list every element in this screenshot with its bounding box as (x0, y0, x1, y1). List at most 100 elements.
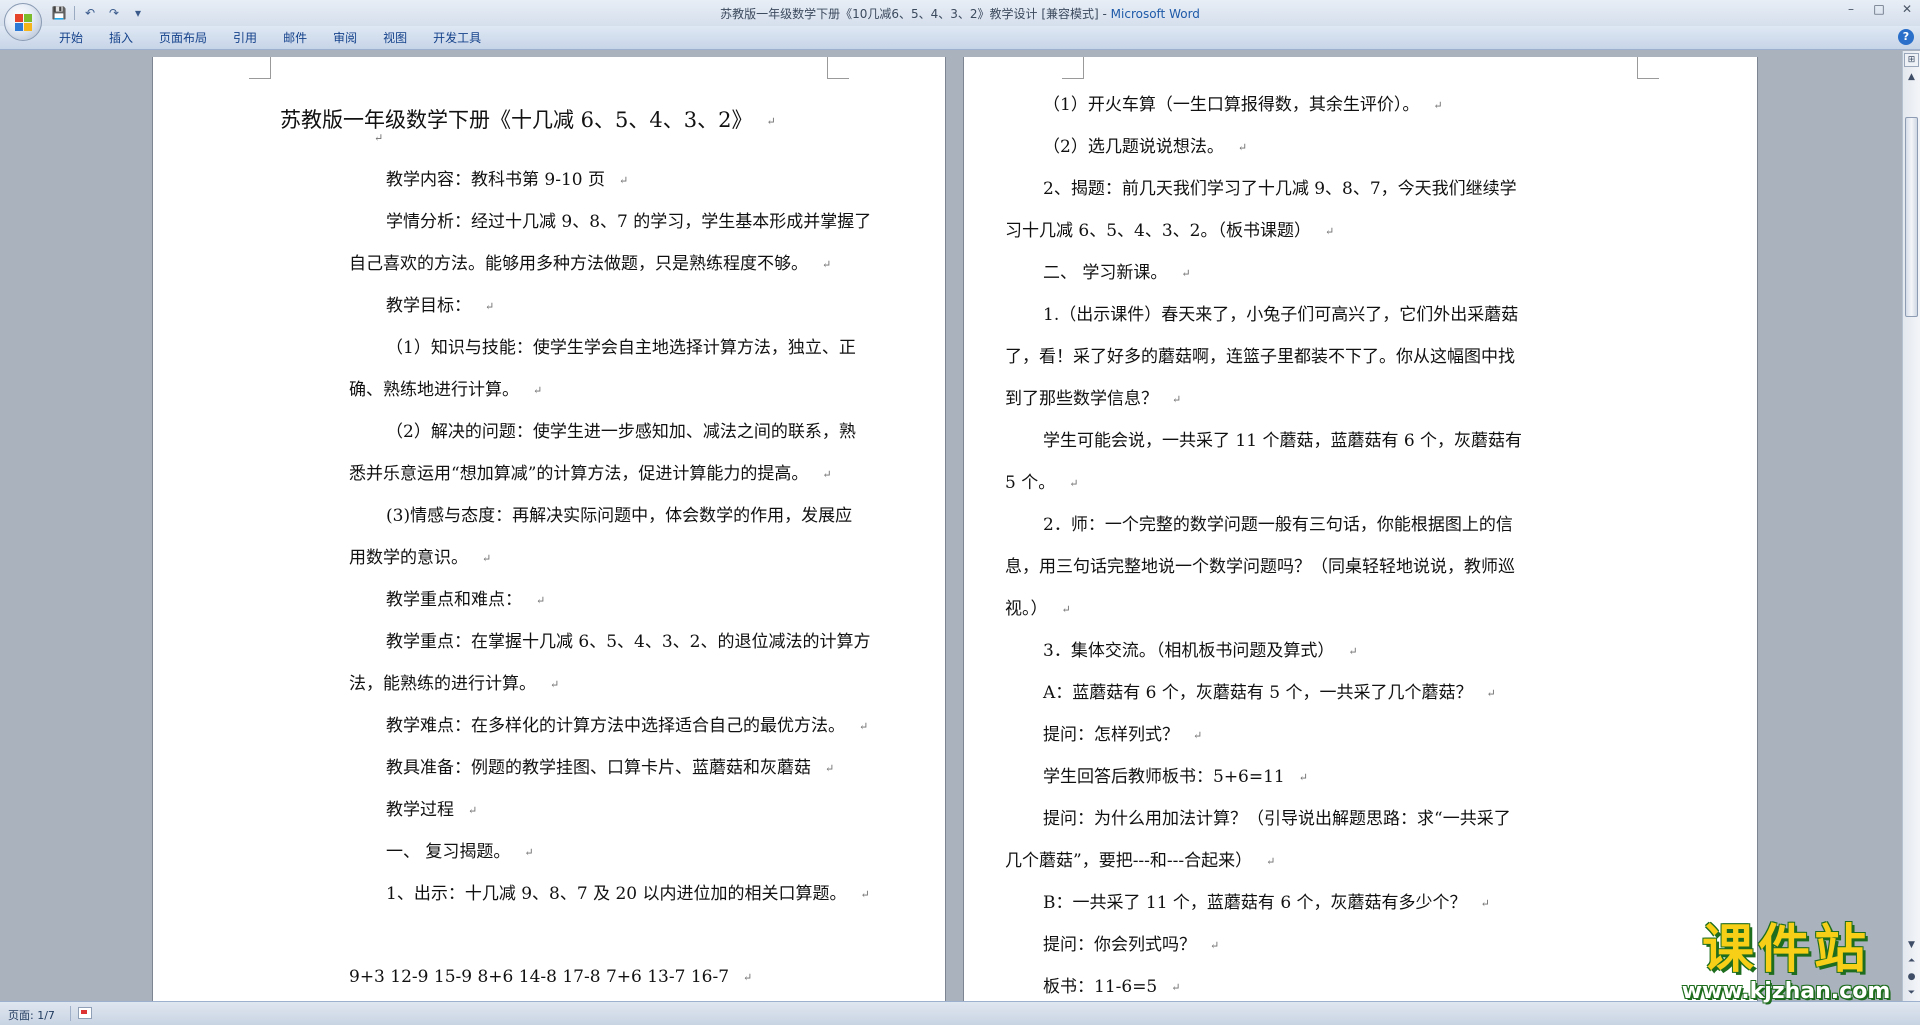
document-heading[interactable]: 苏教版一年级数学下册《十几减 6、5、4、3、2》 ↵ (280, 108, 776, 134)
document-paragraph[interactable]: 到了那些数学信息？ ↵ (1005, 389, 1181, 410)
document-paragraph[interactable]: 了，看！采了好多的蘑菇啊，连篮子里都装不下了。你从这幅图中找 (1005, 347, 1515, 367)
ribbon-tab[interactable]: 页面布局 (146, 30, 220, 46)
paragraph-text: 了，看！采了好多的蘑菇啊，连篮子里都装不下了。你从这幅图中找 (1005, 347, 1515, 367)
document-paragraph[interactable]: （1）开火车算（一生口算报得数，其余生评价）。 ↵ (1043, 95, 1443, 116)
document-paragraph[interactable]: 习十几减 6、5、4、3、2。（板书课题） ↵ (1005, 221, 1334, 242)
paragraph-mark-icon: ↵ (1061, 602, 1071, 616)
page-count[interactable]: 页面: 1/7 (8, 1007, 55, 1023)
paragraph-mark-icon: ↵ (482, 551, 492, 565)
document-paragraph[interactable]: 2、揭题：前几天我们学习了十几减 9、8、7，今天我们继续学 (1043, 179, 1517, 199)
document-paragraph[interactable]: A：蓝蘑菇有 6 个，灰蘑菇有 5 个，一共采了几个蘑菇？ ↵ (1043, 683, 1496, 704)
ribbon-tab[interactable]: 开发工具 (420, 30, 494, 46)
paragraph-text: （1）知识与技能：使学生学会自主地选择计算方法，独立、正 (386, 338, 856, 358)
previous-page-icon[interactable]: ⏶ (1903, 953, 1920, 969)
scroll-thumb[interactable] (1905, 117, 1918, 317)
document-paragraph[interactable]: 9+3 12-9 15-9 8+6 14-8 17-8 7+6 13-7 16-… (349, 967, 752, 988)
document-paragraph[interactable]: （2）解决的问题：使学生进一步感知加、减法之间的联系，熟 (386, 422, 856, 442)
paragraph-mark-icon: ↵ (1172, 392, 1182, 406)
document-paragraph[interactable]: ↵ (374, 128, 383, 149)
ribbon-tab[interactable]: 视图 (370, 30, 420, 46)
paragraph-mark-icon: ↵ (619, 173, 629, 187)
ribbon-tab[interactable]: 引用 (220, 30, 270, 46)
scroll-up-icon[interactable]: ▲ (1903, 69, 1920, 85)
ribbon-tab[interactable]: 审阅 (320, 30, 370, 46)
document-paragraph[interactable]: 学情分析：经过十几减 9、8、7 的学习，学生基本形成并掌握了 (386, 212, 871, 232)
paragraph-text: B：一共采了 11 个，蓝蘑菇有 6 个，灰蘑菇有多少个？ (1043, 893, 1467, 913)
document-paragraph[interactable]: 视。） ↵ (1005, 599, 1071, 620)
document-paragraph[interactable]: 教学重点和难点： ↵ (386, 590, 545, 611)
paragraph-mark-icon: ↵ (860, 887, 870, 901)
document-paragraph[interactable]: 5 个。 ↵ (1005, 473, 1078, 494)
document-paragraph[interactable]: 板书：11-6=5 ↵ (1043, 977, 1180, 998)
document-area[interactable]: 苏教版一年级数学下册《十几减 6、5、4、3、2》 ↵ ↵ 教学内容：教科书第 9-1… (0, 51, 1902, 1001)
office-button[interactable] (4, 3, 42, 41)
document-paragraph[interactable]: 教学过程 ↵ (386, 800, 477, 821)
minimize-button[interactable]: – (1844, 2, 1858, 16)
paragraph-mark-icon: ↵ (1069, 476, 1079, 490)
ruler-toggle-icon[interactable]: ⊞ (1904, 53, 1919, 67)
paragraph-text: 2．师：一个完整的数学问题一般有三句话，你能根据图上的信 (1043, 515, 1513, 535)
ribbon-tab[interactable]: 邮件 (270, 30, 320, 46)
help-icon[interactable]: ? (1898, 29, 1914, 45)
document-paragraph[interactable]: 提问：你会列式吗？ ↵ (1043, 935, 1219, 956)
paragraph-mark-icon: ↵ (1486, 686, 1496, 700)
document-paragraph[interactable]: 悉并乐意运用“想加算减”的计算方法，促进计算能力的提高。 ↵ (349, 464, 832, 485)
vertical-scrollbar[interactable]: ⊞ ▲ ▼ ⏶ ● ⏷ (1902, 51, 1920, 1001)
maximize-button[interactable]: □ (1872, 2, 1886, 16)
document-paragraph[interactable]: 几个蘑菇”，要把---和---合起来） ↵ (1005, 851, 1275, 872)
site-watermark: 课件站 www.kjzhan.com (1670, 920, 1902, 1005)
paragraph-text: 学生回答后教师板书：5+6=11 (1043, 767, 1285, 787)
document-paragraph[interactable]: 1、出示：十几减 9、8、7 及 20 以内进位加的相关口算题。 ↵ (386, 884, 870, 905)
paragraph-mark-icon: ↵ (1266, 854, 1276, 868)
document-paragraph[interactable]: (3)情感与态度：再解决实际问题中，体会数学的作用，发展应 (386, 506, 852, 526)
paragraph-mark-icon: ↵ (822, 257, 832, 271)
browse-object-icon[interactable]: ● (1903, 969, 1920, 985)
document-paragraph[interactable]: 用数学的意识。 ↵ (349, 548, 491, 569)
document-paragraph[interactable]: （1）知识与技能：使学生学会自主地选择计算方法，独立、正 (386, 338, 856, 358)
document-paragraph[interactable]: 息，用三句话完整地说一个数学问题吗？（同桌轻轻地说说，教师巡 (1005, 557, 1515, 577)
paragraph-mark-icon: ↵ (550, 677, 560, 691)
scroll-down-icon[interactable]: ▼ (1903, 937, 1920, 953)
document-paragraph[interactable]: 提问：怎样列式？ ↵ (1043, 725, 1202, 746)
crop-mark (827, 57, 849, 79)
paragraph-text: 苏教版一年级数学下册《十几减 6、5、4、3、2》 (280, 108, 753, 132)
crop-mark (249, 57, 271, 79)
document-paragraph[interactable]: 一、 复习揭题。 ↵ (386, 842, 534, 863)
paragraph-text: A：蓝蘑菇有 6 个，灰蘑菇有 5 个，一共采了几个蘑菇？ (1043, 683, 1473, 703)
paragraph-mark-icon: ↵ (1348, 644, 1358, 658)
paragraph-text: 1、出示：十几减 9、8、7 及 20 以内进位加的相关口算题。 (386, 884, 847, 904)
paragraph-mark-icon: ↵ (1210, 938, 1220, 952)
document-paragraph[interactable]: 教学目标： ↵ (386, 296, 494, 317)
document-paragraph[interactable]: B：一共采了 11 个，蓝蘑菇有 6 个，灰蘑菇有多少个？ ↵ (1043, 893, 1490, 914)
paragraph-mark-icon: ↵ (1193, 728, 1203, 742)
document-page-1[interactable]: 苏教版一年级数学下册《十几减 6、5、4、3、2》 ↵ ↵ 教学内容：教科书第 9-1… (152, 57, 946, 1001)
paragraph-mark-icon: ↵ (1433, 98, 1443, 112)
document-paragraph[interactable]: 法，能熟练的进行计算。 ↵ (349, 674, 559, 695)
document-paragraph[interactable]: 教学重点：在掌握十几减 6、5、4、3、2、的退位减法的计算方 (386, 632, 870, 652)
proofing-icon[interactable] (78, 1007, 92, 1019)
document-page-2[interactable]: （1）开火车算（一生口算报得数，其余生评价）。 ↵ （2）选几题说说想法。 ↵ 2、揭题… (963, 57, 1758, 1001)
document-paragraph[interactable]: （2）选几题说说想法。 ↵ (1043, 137, 1247, 158)
paragraph-text: 教学目标： (386, 296, 471, 316)
document-paragraph[interactable]: 学生可能会说，一共采了 11 个蘑菇，蓝蘑菇有 6 个，灰蘑菇有 (1043, 431, 1522, 451)
office-logo-icon (15, 14, 33, 32)
paragraph-text: 1.（出示课件）春天来了，小兔子们可高兴了，它们外出采蘑菇 (1043, 305, 1519, 325)
next-page-icon[interactable]: ⏷ (1903, 985, 1920, 1001)
ribbon-tab[interactable]: 开始 (46, 30, 96, 46)
document-paragraph[interactable]: 自己喜欢的方法。能够用多种方法做题，只是熟练程度不够。 ↵ (349, 254, 831, 275)
document-paragraph[interactable]: 2．师：一个完整的数学问题一般有三句话，你能根据图上的信 (1043, 515, 1513, 535)
paragraph-text: 几个蘑菇”，要把---和---合起来） (1005, 851, 1253, 871)
paragraph-mark-icon: ↵ (524, 845, 534, 859)
ribbon-tab[interactable]: 插入 (96, 30, 146, 46)
document-paragraph[interactable]: 3．集体交流。（相机板书问题及算式） ↵ (1043, 641, 1358, 662)
document-paragraph[interactable]: 学生回答后教师板书：5+6=11 ↵ (1043, 767, 1308, 788)
close-button[interactable]: ✕ (1900, 2, 1914, 16)
document-paragraph[interactable]: 教具准备：例题的教学挂图、口算卡片、蓝蘑菇和灰蘑菇 ↵ (386, 758, 834, 779)
document-paragraph[interactable]: 教学内容：教科书第 9-10 页 ↵ (386, 170, 628, 191)
window-controls: – □ ✕ (1844, 2, 1914, 16)
document-paragraph[interactable]: 1.（出示课件）春天来了，小兔子们可高兴了，它们外出采蘑菇 (1043, 305, 1518, 325)
document-paragraph[interactable]: 确、熟练地进行计算。 ↵ (349, 380, 542, 401)
document-paragraph[interactable]: 提问：为什么用加法计算？（引导说出解题思路：求“一共采了 (1043, 809, 1511, 829)
document-paragraph[interactable]: 教学难点：在多样化的计算方法中选择适合自己的最优方法。 ↵ (386, 716, 868, 737)
document-paragraph[interactable]: 二、 学习新课。 ↵ (1043, 263, 1191, 284)
